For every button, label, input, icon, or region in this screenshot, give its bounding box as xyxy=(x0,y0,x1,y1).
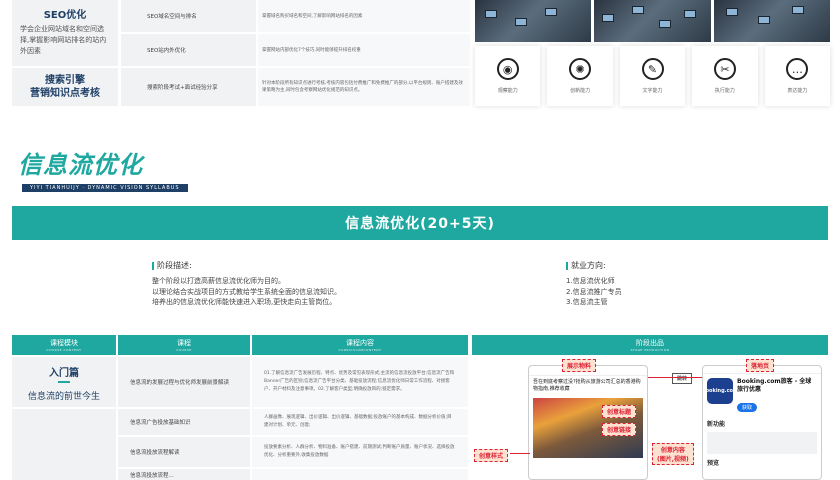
seo-course-2: SEO站内外优化 xyxy=(121,34,256,66)
app-name: Booking.com旅客 - 全球旅行优惠 xyxy=(737,378,812,393)
lightbulb-icon: ✺ xyxy=(569,58,592,80)
header-label-en: COURSE xyxy=(176,348,192,352)
tag-material-style: 创意样式 xyxy=(474,449,509,462)
table-row-course: 信息流的发展过程与优化师发展前景解读 xyxy=(118,357,250,407)
direction-line: 3.信息流主管 xyxy=(566,298,608,306)
direction-line: 1.信息流优化师 xyxy=(566,277,615,285)
module-underline xyxy=(58,381,70,383)
section-subtitle: YIYI TIANHUIJY · DYNAMIC VISION SYLLABUS xyxy=(22,184,188,192)
pencil-icon: ✎ xyxy=(641,58,664,80)
career-direction: 就业方向: 1.信息流优化师 2.信息流推广专员 3.信息流主管 xyxy=(566,260,766,308)
header-label: 课程 xyxy=(177,339,191,347)
header-label-en: CURRICULUMCONTENT xyxy=(338,348,382,352)
eye-icon: ◉ xyxy=(496,58,519,80)
classroom-photos xyxy=(475,0,830,42)
table-row-content: 01.了解信息流广告发展历程、特点、优势及常见表现形式;主流的信息流投放平台;信… xyxy=(252,357,468,407)
seo-content-3: 针对本阶段所有知识点进行考核,考核内容包括付费推广和免费推广的部分,以平台规则、… xyxy=(258,68,470,106)
seo-exam-cell: 搜索引擎 营销知识点考核 xyxy=(12,68,118,106)
section-title: 信息流优化 xyxy=(18,151,143,179)
ability-card-innovate: ✺ 创新能力 xyxy=(547,46,613,106)
app-section-title: 新功能 xyxy=(707,421,726,428)
table-row-content xyxy=(252,469,468,480)
stage-line: 以理论结合实战项目的方式教给学生系统全面的信息流知识。 xyxy=(152,287,341,296)
style-arrow xyxy=(510,453,530,454)
ability-label: 文字能力 xyxy=(642,88,663,94)
table-row-course: 信息流投放流程解读 xyxy=(118,437,250,467)
module-title: 入门篇 xyxy=(49,368,79,379)
jump-arrow xyxy=(648,377,702,378)
header-course: 课程 COURSE xyxy=(118,335,250,355)
seo-content-1: 掌握域名购买域名和空间,了解影响网站排名的因素 xyxy=(258,0,470,32)
stage-output-panel: 吾在到底考察过没?抢购从旅游公司汇总的香港购物指南,推荐收藏 Booking.c… xyxy=(472,357,828,480)
header-label: 课程内容 xyxy=(346,339,374,347)
header-output: 阶段出品 STAGE PRODUCTION xyxy=(472,335,828,355)
tag-creative-link: 创意链接 xyxy=(602,423,637,436)
header-label-en: COURSE CONTENT xyxy=(46,348,82,352)
module-subtitle: 信息流的前世今生 xyxy=(27,392,100,402)
feed-title: 吾在到底考察过没?抢购从旅游公司汇总的香港购物指南,推荐收藏 xyxy=(533,379,641,392)
stage-line: 培养出的信息流优化师能快速进入职场,更快走向主管岗位。 xyxy=(152,298,337,306)
header-label: 阶段出品 xyxy=(636,339,664,347)
seo-exam-title-2: 营销知识点考核 xyxy=(30,88,100,99)
ability-card-execute: ✂ 执行能力 xyxy=(692,46,758,106)
stage-line: 整个阶段以打造高薪信息流优化师为目的。 xyxy=(152,277,285,285)
wrench-icon: ✂ xyxy=(713,58,736,80)
header-label: 课程模块 xyxy=(50,339,78,347)
chat-icon: … xyxy=(786,58,809,80)
ability-label: 表达能力 xyxy=(787,88,808,94)
table-row-content: 人群画像、展现逻辑、出价逻辑、出价逻辑、基础数据;投放账户的基本构成、数据分析价… xyxy=(252,409,468,435)
app-get-button[interactable]: 获取 xyxy=(737,403,758,412)
tag-creative-content: 创意内容 (图片,视频) xyxy=(652,443,694,465)
classroom-photo xyxy=(594,0,711,42)
header-module: 课程模块 COURSE CONTENT xyxy=(12,335,116,355)
ability-card-writing: ✎ 文字能力 xyxy=(619,46,686,106)
direction-heading: 就业方向: xyxy=(566,260,766,271)
table-row-course: 信息流广告投放基础知识 xyxy=(118,409,250,435)
stage-heading: 阶段描述: xyxy=(152,260,532,271)
app-preview-title: 预览 xyxy=(707,460,720,467)
seo-module-desc: 学会企业网站域名和空间选择,掌握影响网站排名的站内外因素 xyxy=(20,25,107,55)
seo-course-1: SEO域名空间与排名 xyxy=(121,0,256,32)
seo-content-2: 掌握网站内部优化7个技巧,同时能够提升排名权重 xyxy=(258,34,470,66)
ability-label: 观察能力 xyxy=(497,88,518,94)
stage-description: 阶段描述: 整个阶段以打造高薪信息流优化师为目的。 以理论结合实战项目的方式教给… xyxy=(152,260,532,308)
ability-cards: ◉ 观察能力 ✺ 创新能力 ✎ 文字能力 ✂ 执行能力 … 表达能力 xyxy=(475,46,831,106)
ability-label: 执行能力 xyxy=(714,88,735,94)
seo-module-cell: SEO优化 学会企业网站域名和空间选择,掌握影响网站排名的站内外因素 xyxy=(12,0,118,66)
seo-course-3: 搜索阶段考试+面试经验分享 xyxy=(121,68,256,106)
tag-jump: 跳转 xyxy=(672,373,693,384)
seo-module-title: SEO优化 xyxy=(43,10,87,21)
classroom-photo xyxy=(713,0,830,42)
ability-label: 创新能力 xyxy=(570,88,591,94)
header-content: 课程内容 CURRICULUMCONTENT xyxy=(252,335,468,355)
classroom-photo xyxy=(475,0,592,42)
module-cell-empty xyxy=(12,409,116,480)
tag-creative-title: 创意标题 xyxy=(602,405,637,418)
table-row-course: 信息流投放流程... xyxy=(118,469,250,480)
tag-landing: 落地页 xyxy=(746,359,775,372)
tag-material: 展示物料 xyxy=(562,359,597,372)
ability-card-observe: ◉ 观察能力 xyxy=(475,46,541,106)
section-banner: 信息流优化(20+5天) xyxy=(12,206,828,240)
landing-phone-mock: Booking.com Booking.com旅客 - 全球旅行优惠 获取 新功… xyxy=(702,365,822,480)
booking-logo-icon: Booking.com xyxy=(703,378,738,404)
ability-card-express: … 表达能力 xyxy=(764,46,831,106)
table-row-content: 投放要素分析、人群分析、物料准备、账户搭建、前期测试;判断账户质量、账户状况、选… xyxy=(252,437,468,467)
header-label-en: STAGE PRODUCTION xyxy=(630,348,670,352)
direction-line: 2.信息流推广专员 xyxy=(566,287,622,296)
module-title-block: 入门篇 信息流的前世今生 xyxy=(12,364,116,402)
seo-exam-title-1: 搜索引擎 xyxy=(45,75,85,86)
